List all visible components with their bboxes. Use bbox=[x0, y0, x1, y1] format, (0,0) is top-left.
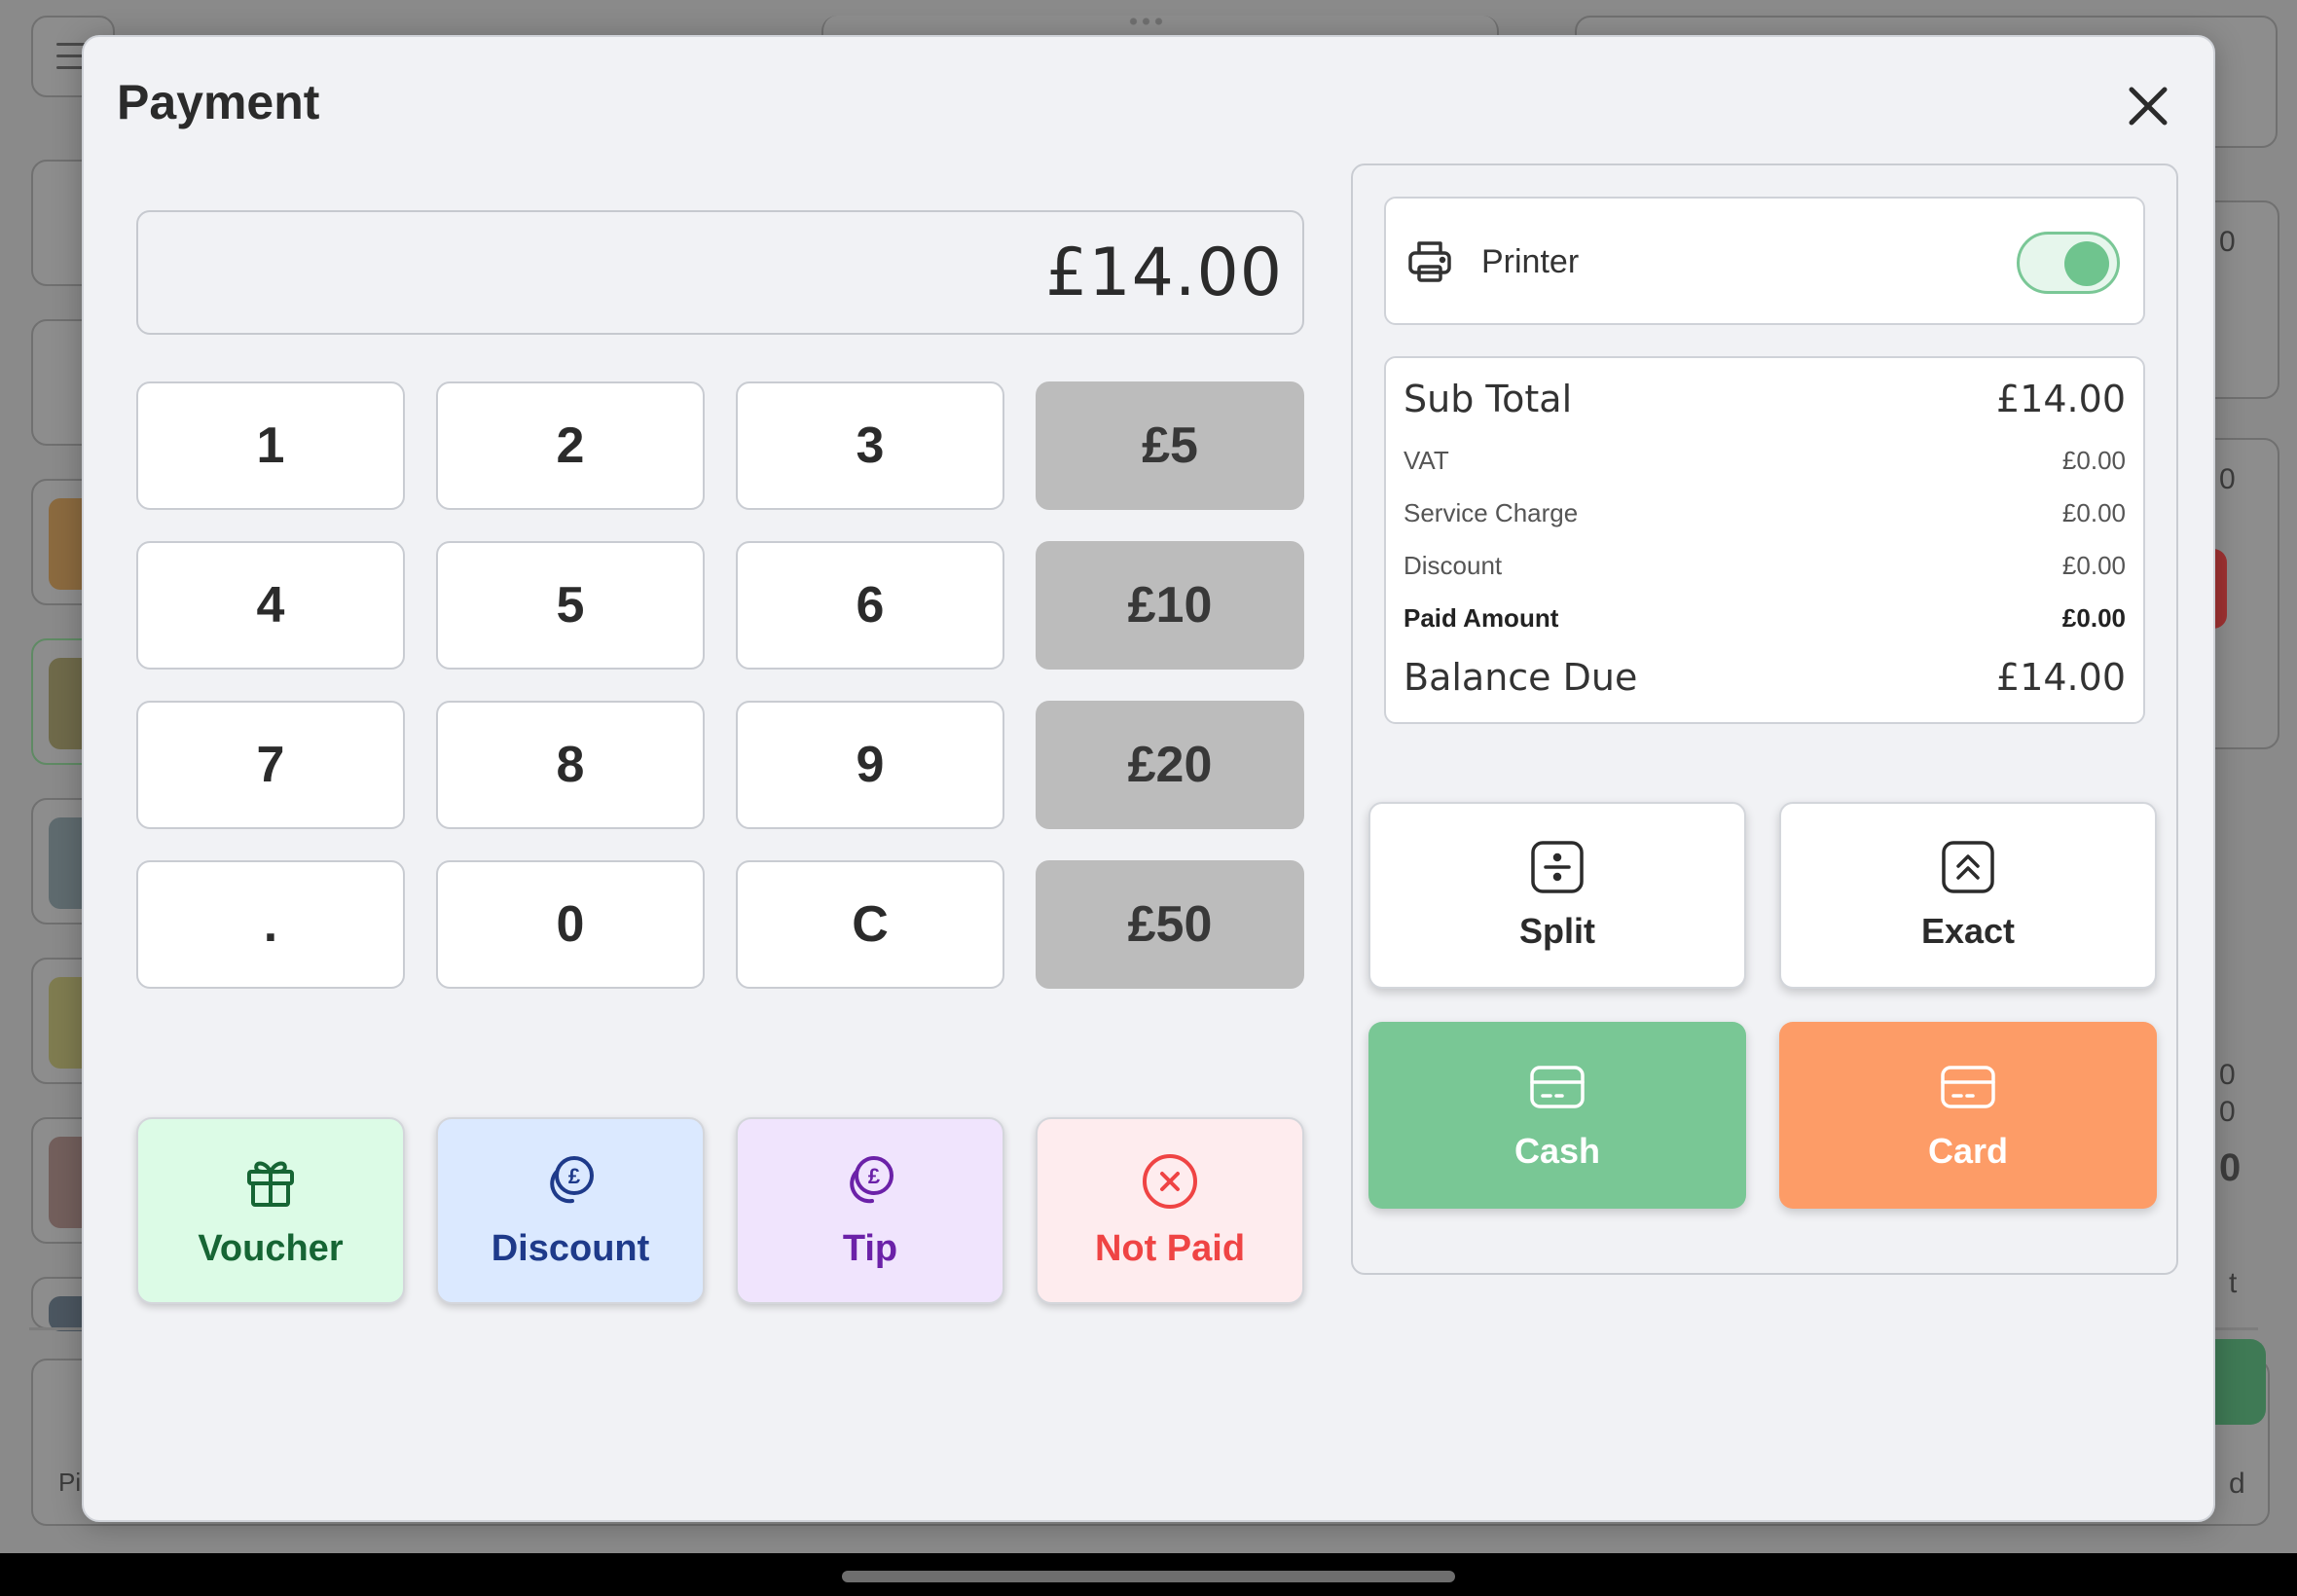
quick-amount-5[interactable]: £5 bbox=[1036, 381, 1304, 510]
bg-drag-handle bbox=[1127, 18, 1166, 25]
discount-summary-value: £0.00 bbox=[2061, 551, 2126, 580]
keypad-key-9[interactable]: 9 bbox=[736, 701, 1004, 829]
close-button[interactable] bbox=[2118, 76, 2178, 136]
keypad-key-2[interactable]: 2 bbox=[436, 381, 705, 510]
discount-button[interactable]: £ Discount bbox=[436, 1117, 705, 1304]
chevrons-up-icon bbox=[1942, 841, 1994, 893]
quick-amount-10[interactable]: £10 bbox=[1036, 541, 1304, 670]
keypad-key-1[interactable]: 1 bbox=[136, 381, 405, 510]
divide-icon bbox=[1531, 841, 1584, 893]
bg-partial-text: d bbox=[2229, 1468, 2245, 1500]
keypad-key-5[interactable]: 5 bbox=[436, 541, 705, 670]
svg-text:£: £ bbox=[568, 1164, 581, 1188]
card-label: Card bbox=[1927, 1131, 2009, 1171]
keypad-key-4[interactable]: 4 bbox=[136, 541, 405, 670]
pound-coins-icon: £ bbox=[850, 1155, 893, 1203]
keypad-key-6[interactable]: 6 bbox=[736, 541, 1004, 670]
card-button[interactable]: Card bbox=[1779, 1022, 2157, 1209]
printer-toggle[interactable] bbox=[2017, 232, 2120, 294]
amount-value: £14.00 bbox=[1045, 234, 1283, 311]
balance-due-row: Balance Due £14.00 bbox=[1404, 656, 2126, 699]
service-charge-value: £0.00 bbox=[2061, 498, 2126, 527]
quick-amount-20[interactable]: £20 bbox=[1036, 701, 1304, 829]
totals-summary: Sub Total £14.00 VAT £0.00 Service Charg… bbox=[1384, 356, 2145, 724]
pound-coins-icon: £ bbox=[550, 1155, 594, 1203]
toggle-knob bbox=[2064, 241, 2109, 286]
vat-label: VAT bbox=[1404, 446, 1449, 475]
split-button[interactable]: Split bbox=[1368, 802, 1746, 989]
x-circle-icon bbox=[1143, 1153, 1197, 1209]
paid-amount-value: £0.00 bbox=[2061, 603, 2126, 633]
bg-partial-text: 0 bbox=[2219, 463, 2236, 495]
bg-partial-text: t bbox=[2229, 1267, 2238, 1299]
bg-partial-text: 0 bbox=[2219, 1096, 2236, 1128]
cash-label: Cash bbox=[1513, 1131, 1601, 1171]
card-icon bbox=[1530, 1066, 1585, 1108]
vat-value: £0.00 bbox=[2061, 446, 2126, 475]
not-paid-button[interactable]: Not Paid bbox=[1036, 1117, 1304, 1304]
keypad-key-decimal[interactable]: . bbox=[136, 860, 405, 989]
keypad-key-8[interactable]: 8 bbox=[436, 701, 705, 829]
quick-amount-50[interactable]: £50 bbox=[1036, 860, 1304, 989]
card-icon bbox=[1941, 1066, 1995, 1108]
split-label: Split bbox=[1519, 911, 1595, 951]
tip-label: Tip bbox=[842, 1227, 898, 1269]
vat-row: VAT £0.00 bbox=[1404, 446, 2126, 476]
exact-label: Exact bbox=[1920, 911, 2016, 951]
printer-row: Printer bbox=[1384, 197, 2145, 325]
discount-summary-label: Discount bbox=[1404, 551, 1503, 580]
svg-text:£: £ bbox=[868, 1164, 881, 1188]
service-charge-label: Service Charge bbox=[1404, 498, 1579, 527]
sub-total-label: Sub Total bbox=[1404, 378, 1573, 420]
voucher-label: Voucher bbox=[198, 1227, 344, 1269]
bg-partial-text: 0 bbox=[2219, 226, 2236, 258]
exact-button[interactable]: Exact bbox=[1779, 802, 2157, 989]
modal-title: Payment bbox=[117, 75, 320, 129]
keypad-key-7[interactable]: 7 bbox=[136, 701, 405, 829]
paid-amount-row: Paid Amount £0.00 bbox=[1404, 603, 2126, 634]
printer-label: Printer bbox=[1481, 243, 1580, 280]
payment-summary-panel: Printer Sub Total £14.00 VAT £0.00 Servi… bbox=[1351, 163, 2178, 1275]
keypad-key-0[interactable]: 0 bbox=[436, 860, 705, 989]
service-charge-row: Service Charge £0.00 bbox=[1404, 498, 2126, 528]
bg-partial-text: 0 bbox=[2219, 1059, 2236, 1091]
balance-due-label: Balance Due bbox=[1404, 656, 1638, 699]
sub-total-row: Sub Total £14.00 bbox=[1404, 378, 2126, 420]
printer-icon bbox=[1408, 241, 1451, 282]
bg-partial-text: Pi bbox=[58, 1468, 82, 1497]
sub-total-value: £14.00 bbox=[1996, 378, 2126, 420]
voucher-button[interactable]: Voucher bbox=[136, 1117, 405, 1304]
discount-label: Discount bbox=[491, 1227, 650, 1269]
paid-amount-label: Paid Amount bbox=[1404, 603, 1559, 633]
payment-modal: Payment £14.00 1 2 3 £5 4 5 6 £10 7 8 9 … bbox=[82, 35, 2215, 1522]
balance-due-value: £14.00 bbox=[1996, 656, 2126, 699]
keypad-key-clear[interactable]: C bbox=[736, 860, 1004, 989]
not-paid-label: Not Paid bbox=[1094, 1227, 1246, 1269]
keypad-key-3[interactable]: 3 bbox=[736, 381, 1004, 510]
discount-row: Discount £0.00 bbox=[1404, 551, 2126, 581]
close-icon bbox=[2129, 87, 2168, 126]
bg-partial-text: 0 bbox=[2219, 1146, 2242, 1189]
amount-display: £14.00 bbox=[136, 210, 1304, 335]
cash-button[interactable]: Cash bbox=[1368, 1022, 1746, 1209]
gift-icon bbox=[247, 1161, 294, 1207]
tip-button[interactable]: £ Tip bbox=[736, 1117, 1004, 1304]
home-indicator[interactable] bbox=[842, 1571, 1455, 1582]
